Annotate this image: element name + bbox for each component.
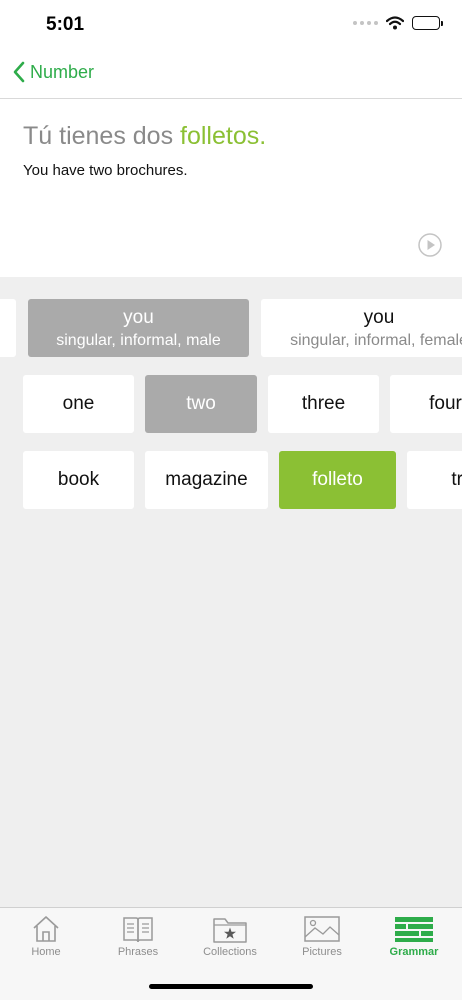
tab-label: Home [31,946,61,958]
status-time: 5:01 [46,14,85,35]
number-chip-four[interactable]: four [390,375,462,433]
pronoun-chip-offscreen[interactable] [0,299,16,357]
folder-star-icon [213,918,247,943]
chip-label: two [186,393,216,414]
chip-label: one [62,393,95,414]
phrase-panel: 5:01 Number Tú tienes dos folletos. You … [0,0,462,277]
picture-icon [304,916,340,942]
tab-pictures[interactable]: Pictures [276,908,368,968]
home-indicator [149,984,313,989]
pronoun-chip-you-male[interactable]: you singular, informal, male [28,299,249,357]
tab-label: Pictures [302,946,342,958]
tab-phrases[interactable]: Phrases [92,908,184,968]
tab-grammar[interactable]: Grammar [368,908,460,968]
chip-label: magazine [165,469,248,490]
chip-sublabel: singular, informal, female [290,331,462,349]
noun-chip-partial[interactable]: tra [407,451,462,509]
tab-label: Grammar [389,946,439,958]
chip-label: you [363,306,395,328]
play-audio-icon[interactable] [418,233,442,257]
phrase-sentence-highlight: folletos. [180,122,267,150]
tab-home[interactable]: Home [0,908,92,968]
battery-icon [412,16,443,30]
chip-label: tra [451,469,462,490]
signal-dots-icon [353,21,378,25]
chip-label: three [301,393,346,414]
number-chip-two[interactable]: two [145,375,257,433]
phrase-translation: You have two brochures. [23,162,188,179]
chevron-left-icon [13,61,25,83]
tab-label: Collections [203,946,257,958]
house-icon [33,916,59,942]
noun-row[interactable]: book magazine folleto tra [0,451,462,509]
chip-label: you [123,306,154,328]
noun-chip-folleto[interactable]: folleto [279,451,396,509]
nav-divider [0,98,462,99]
tab-collections[interactable]: Collections [184,908,276,968]
chip-label: book [57,469,100,490]
number-chip-one[interactable]: one [23,375,134,433]
pronoun-chip-you-female[interactable]: you singular, informal, female [261,299,462,357]
noun-chip-book[interactable]: book [23,451,134,509]
number-row[interactable]: one two three four [0,375,462,433]
wifi-icon [386,16,404,30]
phrase-sentence-plain: Tú tienes dos [23,122,181,150]
chip-label: folleto [312,469,363,490]
phrase-sentence: Tú tienes dos folletos. [23,122,266,151]
chip-label: four [429,393,462,414]
status-icons [353,16,443,30]
back-button[interactable]: Number [12,60,94,84]
book-icon [123,917,153,943]
grammar-bricks-icon [395,917,433,942]
noun-chip-magazine[interactable]: magazine [145,451,268,509]
back-button-label: Number [30,61,95,82]
tab-label: Phrases [117,946,159,958]
chip-sublabel: singular, informal, male [56,331,221,349]
number-chip-three[interactable]: three [268,375,379,433]
pronoun-row[interactable]: you singular, informal, male you singula… [0,299,462,357]
